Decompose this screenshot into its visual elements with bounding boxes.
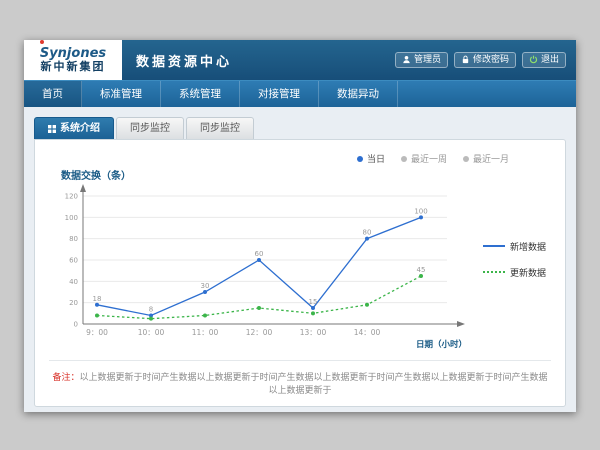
svg-text:10：00: 10：00 xyxy=(138,328,165,337)
nav-item-standard-mgmt[interactable]: 标准管理 xyxy=(82,81,161,108)
chart-legend: 新增数据 更新数据 xyxy=(483,240,546,279)
nav-item-home[interactable]: 首页 xyxy=(24,81,82,108)
tab-label: 同步监控 xyxy=(200,118,240,139)
data-point xyxy=(257,258,261,262)
admin-button-label: 管理员 xyxy=(414,55,441,66)
logout-button[interactable]: 退出 xyxy=(522,52,566,69)
brand-red-dot xyxy=(40,40,44,44)
data-point xyxy=(365,237,369,241)
legend-label: 新增数据 xyxy=(510,240,546,253)
data-point xyxy=(419,274,423,278)
legend-label: 更新数据 xyxy=(510,266,546,279)
header-actions: 管理员 修改密码 退出 xyxy=(395,52,566,69)
logo: Synjones 新中新集团 xyxy=(24,40,122,80)
remark-text: 以上数据更新于时间产生数据以上数据更新于时间产生数据以上数据更新于时间产生数据以… xyxy=(80,373,548,396)
brand-name: Synjones xyxy=(40,47,106,61)
svg-text:100: 100 xyxy=(414,207,427,215)
svg-text:80: 80 xyxy=(69,235,78,243)
svg-text:9：00: 9：00 xyxy=(86,328,108,337)
lock-icon xyxy=(461,55,470,64)
filter-label: 最近一月 xyxy=(473,152,509,165)
page-title: 数据资源中心 xyxy=(136,51,232,70)
app-window: Synjones 新中新集团 数据资源中心 管理员 修改密码 退出 xyxy=(24,40,576,412)
nav-item-data-change[interactable]: 数据异动 xyxy=(319,81,398,108)
user-icon xyxy=(402,55,411,64)
data-point xyxy=(203,313,207,317)
time-filters: 当日 最近一周 最近一月 xyxy=(49,148,551,165)
remark-prefix: 备注： xyxy=(52,373,79,383)
main-nav: 首页 标准管理 系统管理 对接管理 数据异动 xyxy=(24,80,576,108)
blue-line-icon xyxy=(483,245,505,247)
radio-dot-icon xyxy=(463,156,469,162)
svg-text:8: 8 xyxy=(149,305,153,313)
svg-text:30: 30 xyxy=(201,282,210,290)
tab-label: 同步监控 xyxy=(130,118,170,139)
data-point xyxy=(203,290,207,294)
svg-text:18: 18 xyxy=(93,295,102,303)
data-point xyxy=(95,313,99,317)
change-password-button[interactable]: 修改密码 xyxy=(454,52,516,69)
svg-text:60: 60 xyxy=(69,257,78,265)
legend-new-data: 新增数据 xyxy=(483,240,546,253)
tab-sync-monitor-2[interactable]: 同步监控 xyxy=(186,117,254,139)
admin-button[interactable]: 管理员 xyxy=(395,52,448,69)
nav-item-system-mgmt[interactable]: 系统管理 xyxy=(161,81,240,108)
data-point xyxy=(311,306,315,310)
header-bar: 数据资源中心 管理员 修改密码 退出 xyxy=(122,40,576,80)
svg-text:13：00: 13：00 xyxy=(300,328,327,337)
legend-updated-data: 更新数据 xyxy=(483,266,546,279)
data-point xyxy=(95,303,99,307)
svg-text:12：00: 12：00 xyxy=(246,328,273,337)
green-dotted-line-icon xyxy=(483,271,505,273)
tabs: 系统介绍 同步监控 同步监控 xyxy=(34,117,566,139)
line-chart: 0 20 40 60 80 100 120 9：00 10：00 11：00 12：00 13：00 1… xyxy=(49,184,481,360)
tab-sync-monitor-1[interactable]: 同步监控 xyxy=(116,117,184,139)
svg-text:0: 0 xyxy=(74,321,78,329)
company-name: 新中新集团 xyxy=(41,61,106,73)
logout-label: 退出 xyxy=(541,55,559,66)
y-axis-title: 数据交换（条） xyxy=(61,167,551,182)
data-point xyxy=(257,306,261,310)
filter-last-week[interactable]: 最近一周 xyxy=(401,152,447,165)
svg-text:120: 120 xyxy=(65,193,78,201)
chart-card: 当日 最近一周 最近一月 数据交换（条） 0 20 40 60 80 100 120 9：00… xyxy=(34,139,566,407)
filter-label: 最近一周 xyxy=(411,152,447,165)
radio-dot-icon xyxy=(357,156,363,162)
svg-text:45: 45 xyxy=(417,266,426,274)
svg-text:60: 60 xyxy=(255,250,264,258)
nav-item-integration-mgmt[interactable]: 对接管理 xyxy=(240,81,319,108)
filter-last-month[interactable]: 最近一月 xyxy=(463,152,509,165)
svg-text:14：00: 14：00 xyxy=(354,328,381,337)
data-point xyxy=(311,311,315,315)
grid-icon xyxy=(48,125,56,133)
svg-text:100: 100 xyxy=(65,214,78,222)
content-area: 系统介绍 同步监控 同步监控 当日 最近一周 xyxy=(24,107,576,412)
tab-system-intro[interactable]: 系统介绍 xyxy=(34,117,114,139)
filter-label: 当日 xyxy=(367,152,385,165)
filter-today[interactable]: 当日 xyxy=(357,152,385,165)
change-password-label: 修改密码 xyxy=(473,55,509,66)
svg-text:11：00: 11：00 xyxy=(192,328,219,337)
svg-text:20: 20 xyxy=(69,299,78,307)
tab-label: 系统介绍 xyxy=(60,118,100,139)
data-point xyxy=(365,303,369,307)
remark: 备注：以上数据更新于时间产生数据以上数据更新于时间产生数据以上数据更新于时间产生… xyxy=(49,360,551,396)
header: Synjones 新中新集团 数据资源中心 管理员 修改密码 退出 xyxy=(24,40,576,80)
radio-dot-icon xyxy=(401,156,407,162)
svg-text:40: 40 xyxy=(69,278,78,286)
power-icon xyxy=(529,55,538,64)
data-point xyxy=(419,215,423,219)
svg-text:15: 15 xyxy=(309,298,318,306)
svg-text:80: 80 xyxy=(363,229,372,237)
svg-text:日期（小时）: 日期（小时） xyxy=(416,339,467,350)
chart-row: 0 20 40 60 80 100 120 9：00 10：00 11：00 12：00 13：00 1… xyxy=(49,184,551,360)
data-point xyxy=(149,317,153,321)
